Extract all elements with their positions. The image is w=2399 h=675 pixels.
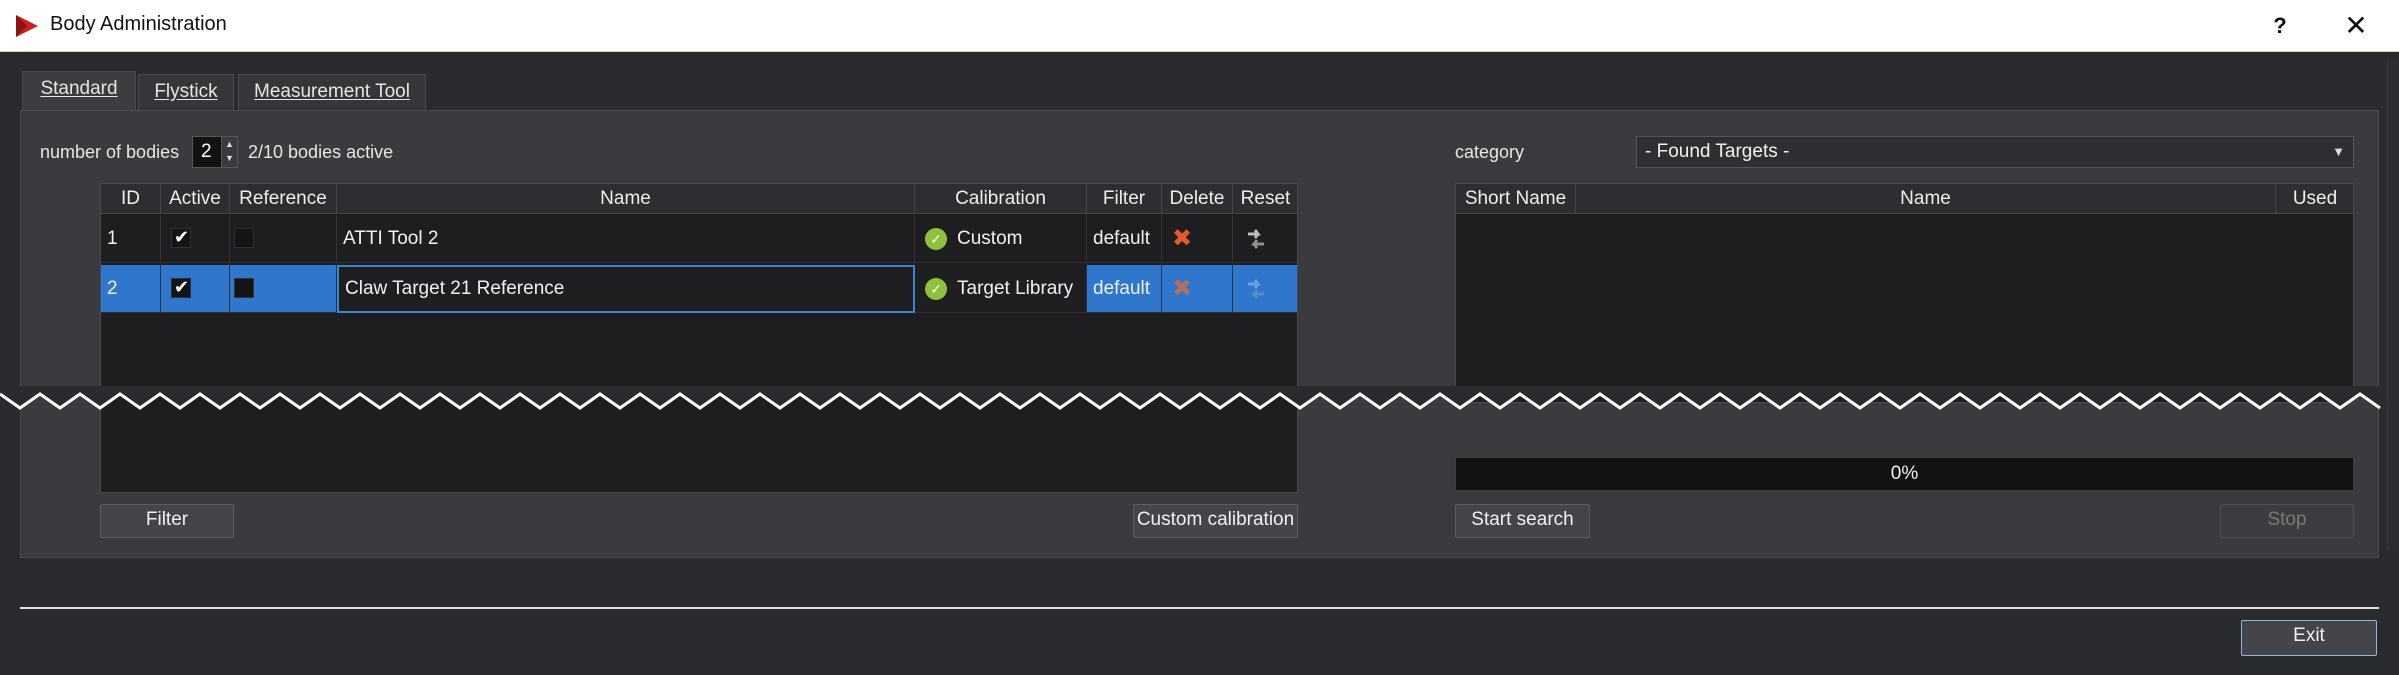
- reference-checkbox[interactable]: [234, 228, 254, 248]
- bodies-active-status: 2/10 bodies active: [248, 142, 394, 162]
- delete-icon[interactable]: ✖: [1172, 275, 1192, 302]
- torn-edge-divider: [0, 386, 2399, 410]
- number-of-bodies-label: number of bodies: [40, 142, 180, 162]
- column-header-id[interactable]: ID: [101, 184, 161, 214]
- filter-value[interactable]: default: [1087, 215, 1162, 263]
- column-header-filter[interactable]: Filter: [1087, 184, 1162, 214]
- column-header-reset[interactable]: Reset: [1233, 184, 1297, 214]
- filter-value[interactable]: default: [1087, 265, 1162, 313]
- body-name[interactable]: ATTI Tool 2: [337, 215, 915, 263]
- column-header-calibration[interactable]: Calibration: [915, 184, 1087, 214]
- reference-checkbox[interactable]: [234, 278, 254, 298]
- table-row-selected[interactable]: 2 Claw Target 21 Reference ✓ Target Libra…: [101, 265, 1297, 315]
- help-button[interactable]: ?: [2260, 9, 2300, 43]
- custom-calibration-button[interactable]: Custom calibration: [1133, 504, 1298, 538]
- column-header-active[interactable]: Active: [161, 184, 230, 214]
- window-title: Body Administration: [50, 13, 227, 35]
- title-bar: Body Administration ? ✕: [0, 0, 2399, 52]
- calibration-cell[interactable]: ✓ Target Library: [915, 265, 1087, 313]
- check-circle-icon: ✓: [925, 277, 947, 300]
- active-cell: [161, 265, 230, 313]
- bodies-table: ID Active Reference Name Calibration Fil…: [100, 183, 1298, 493]
- column-header-short-name[interactable]: Short Name: [1456, 184, 1576, 214]
- calibration-value: Target Library: [957, 278, 1074, 299]
- delete-icon[interactable]: ✖: [1172, 225, 1192, 252]
- tab-measurement-tool[interactable]: Measurement Tool: [238, 74, 426, 110]
- table-row[interactable]: 1 ATTI Tool 2 ✓ Custom default ✖: [101, 215, 1297, 265]
- spin-arrows-icon[interactable]: ▲ ▼: [221, 137, 237, 167]
- reference-cell: [230, 215, 337, 263]
- active-cell: [161, 215, 230, 263]
- column-header-delete[interactable]: Delete: [1162, 184, 1233, 214]
- footer-separator: [20, 607, 2379, 609]
- chevron-down-icon: ▼: [2332, 144, 2345, 159]
- reset-icon[interactable]: [1243, 226, 1269, 252]
- column-header-used[interactable]: Used: [2276, 184, 2353, 214]
- stop-button[interactable]: Stop: [2220, 504, 2354, 538]
- category-selected: - Found Targets -: [1645, 141, 1790, 162]
- column-header-name[interactable]: Name: [1576, 184, 2276, 214]
- number-of-bodies-value: 2: [201, 141, 212, 162]
- reset-icon[interactable]: [1243, 276, 1269, 302]
- calibration-cell[interactable]: ✓ Custom: [915, 215, 1087, 263]
- active-checkbox[interactable]: [171, 226, 191, 248]
- start-search-button[interactable]: Start search: [1455, 504, 1590, 538]
- tab-standard[interactable]: Standard: [22, 71, 136, 111]
- tab-flystick[interactable]: Flystick: [138, 74, 234, 110]
- calibration-value: Custom: [957, 228, 1023, 249]
- number-of-bodies-spinbox[interactable]: 2 ▲ ▼: [192, 136, 238, 168]
- targets-table: Short Name Name Used: [1455, 183, 2354, 403]
- column-header-name[interactable]: Name: [337, 184, 915, 214]
- body-name-editor[interactable]: Claw Target 21 Reference: [337, 265, 915, 313]
- reference-cell: [230, 265, 337, 313]
- delete-cell[interactable]: ✖: [1162, 265, 1233, 313]
- row-id: 2: [101, 265, 161, 313]
- row-id: 1: [101, 215, 161, 263]
- category-dropdown[interactable]: - Found Targets - ▼: [1636, 136, 2354, 168]
- filter-button[interactable]: Filter: [100, 504, 234, 538]
- app-logo-icon: [16, 15, 38, 37]
- reset-cell[interactable]: [1233, 215, 1297, 263]
- column-header-reference[interactable]: Reference: [230, 184, 337, 214]
- close-button[interactable]: ✕: [2330, 9, 2382, 43]
- window-edge-scrollbar: [2387, 60, 2399, 550]
- delete-cell[interactable]: ✖: [1162, 215, 1233, 263]
- search-progress-bar: 0%: [1455, 457, 2354, 491]
- category-label: category: [1455, 142, 1525, 162]
- reset-cell[interactable]: [1233, 265, 1297, 313]
- exit-button[interactable]: Exit: [2241, 620, 2377, 656]
- active-checkbox[interactable]: [171, 276, 191, 298]
- check-circle-icon: ✓: [925, 227, 947, 250]
